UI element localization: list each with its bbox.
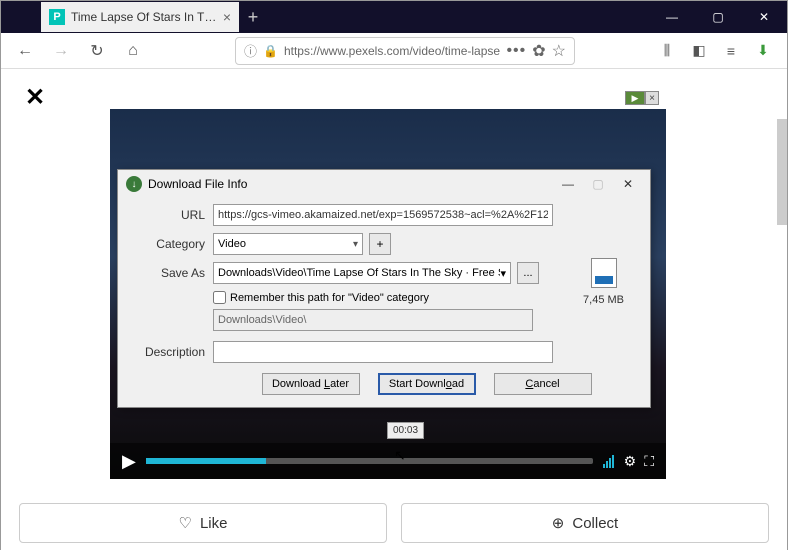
video-progress-bar[interactable] — [146, 458, 593, 464]
home-button[interactable]: ⌂ — [119, 37, 147, 65]
remember-path-label: Remember this path for "Video" category — [230, 292, 429, 304]
url-text: https://www.pexels.com/video/time-lapse-… — [284, 44, 500, 58]
plus-circle-icon: ⊕ — [552, 514, 565, 532]
scrollbar[interactable] — [777, 119, 787, 225]
browser-tab[interactable]: P Time Lapse Of Stars In The Sky × — [41, 2, 239, 32]
video-timestamp-tooltip: 00:03 — [387, 422, 424, 439]
tab-title: Time Lapse Of Stars In The Sky — [71, 10, 217, 24]
add-category-button[interactable]: + — [369, 233, 391, 255]
forward-button: → — [47, 37, 75, 65]
download-badge[interactable]: ▶ × — [625, 91, 659, 105]
play-button[interactable]: ▶ — [122, 451, 136, 472]
chevron-down-icon: ▾ — [353, 239, 358, 250]
category-select[interactable]: Video▾ — [213, 233, 363, 255]
dialog-title: Download File Info — [148, 177, 548, 191]
idm-icon: ↓ — [126, 176, 142, 192]
remember-path-checkbox[interactable] — [213, 291, 226, 304]
close-overlay-button[interactable]: ✕ — [25, 83, 45, 112]
url-label: URL — [128, 208, 213, 222]
reload-button[interactable]: ↻ — [83, 37, 111, 65]
save-as-label: Save As — [128, 266, 213, 280]
window-maximize-button[interactable]: ▢ — [695, 1, 741, 33]
collect-button[interactable]: ⊕ Collect — [401, 503, 769, 543]
dialog-close-button[interactable]: ✕ — [614, 174, 642, 194]
window-minimize-button[interactable]: — — [649, 1, 695, 33]
download-video-icon[interactable]: ▶ — [625, 91, 645, 105]
idm-extension-icon[interactable]: ⬇ — [749, 37, 777, 65]
file-size: 7,45 MB — [583, 294, 624, 306]
url-input[interactable] — [213, 204, 553, 226]
page-actions-icon[interactable]: ••• — [506, 42, 526, 60]
sidebar-icon[interactable]: ◧ — [685, 37, 713, 65]
cancel-button[interactable]: Cancel — [494, 373, 592, 395]
tab-favicon: P — [49, 9, 65, 25]
path-display: Downloads\Video\ — [213, 309, 533, 331]
save-as-input[interactable]: Downloads\Video\Time Lapse Of Stars In T… — [213, 262, 511, 284]
download-later-button[interactable]: Download Later — [262, 373, 360, 395]
menu-icon[interactable]: ≡ — [717, 37, 745, 65]
settings-icon[interactable]: ⚙ — [624, 453, 637, 470]
description-input[interactable] — [213, 341, 553, 363]
new-tab-button[interactable]: + — [239, 3, 267, 31]
download-badge-close-icon[interactable]: × — [645, 91, 659, 105]
dialog-minimize-button[interactable]: — — [554, 174, 582, 194]
category-label: Category — [128, 237, 213, 251]
back-button[interactable]: ← — [11, 37, 39, 65]
bookmark-icon[interactable]: ☆ — [552, 41, 566, 61]
address-bar[interactable]: ⓘ 🔒 https://www.pexels.com/video/time-la… — [235, 37, 575, 65]
volume-icon[interactable] — [603, 454, 614, 468]
window-close-button[interactable]: ✕ — [741, 1, 787, 33]
start-download-button[interactable]: Start Download — [378, 373, 476, 395]
tab-close-icon[interactable]: × — [223, 9, 231, 25]
page-info-icon[interactable]: ⓘ — [244, 41, 257, 60]
description-label: Description — [128, 345, 213, 359]
download-dialog: ↓ Download File Info — ▢ ✕ URL Category … — [117, 169, 651, 408]
fullscreen-icon[interactable]: ⛶ — [644, 453, 654, 470]
chevron-down-icon: ▾ — [500, 267, 506, 280]
heart-icon: ♡ — [179, 514, 192, 532]
file-type-icon — [591, 258, 617, 288]
like-button[interactable]: ♡ Like — [19, 503, 387, 543]
dialog-maximize-button[interactable]: ▢ — [584, 174, 612, 194]
library-icon[interactable]: ⫼ — [653, 37, 681, 65]
reader-icon[interactable]: ✿ — [532, 41, 545, 61]
lock-icon: 🔒 — [263, 44, 278, 58]
browse-button[interactable]: ... — [517, 262, 539, 284]
